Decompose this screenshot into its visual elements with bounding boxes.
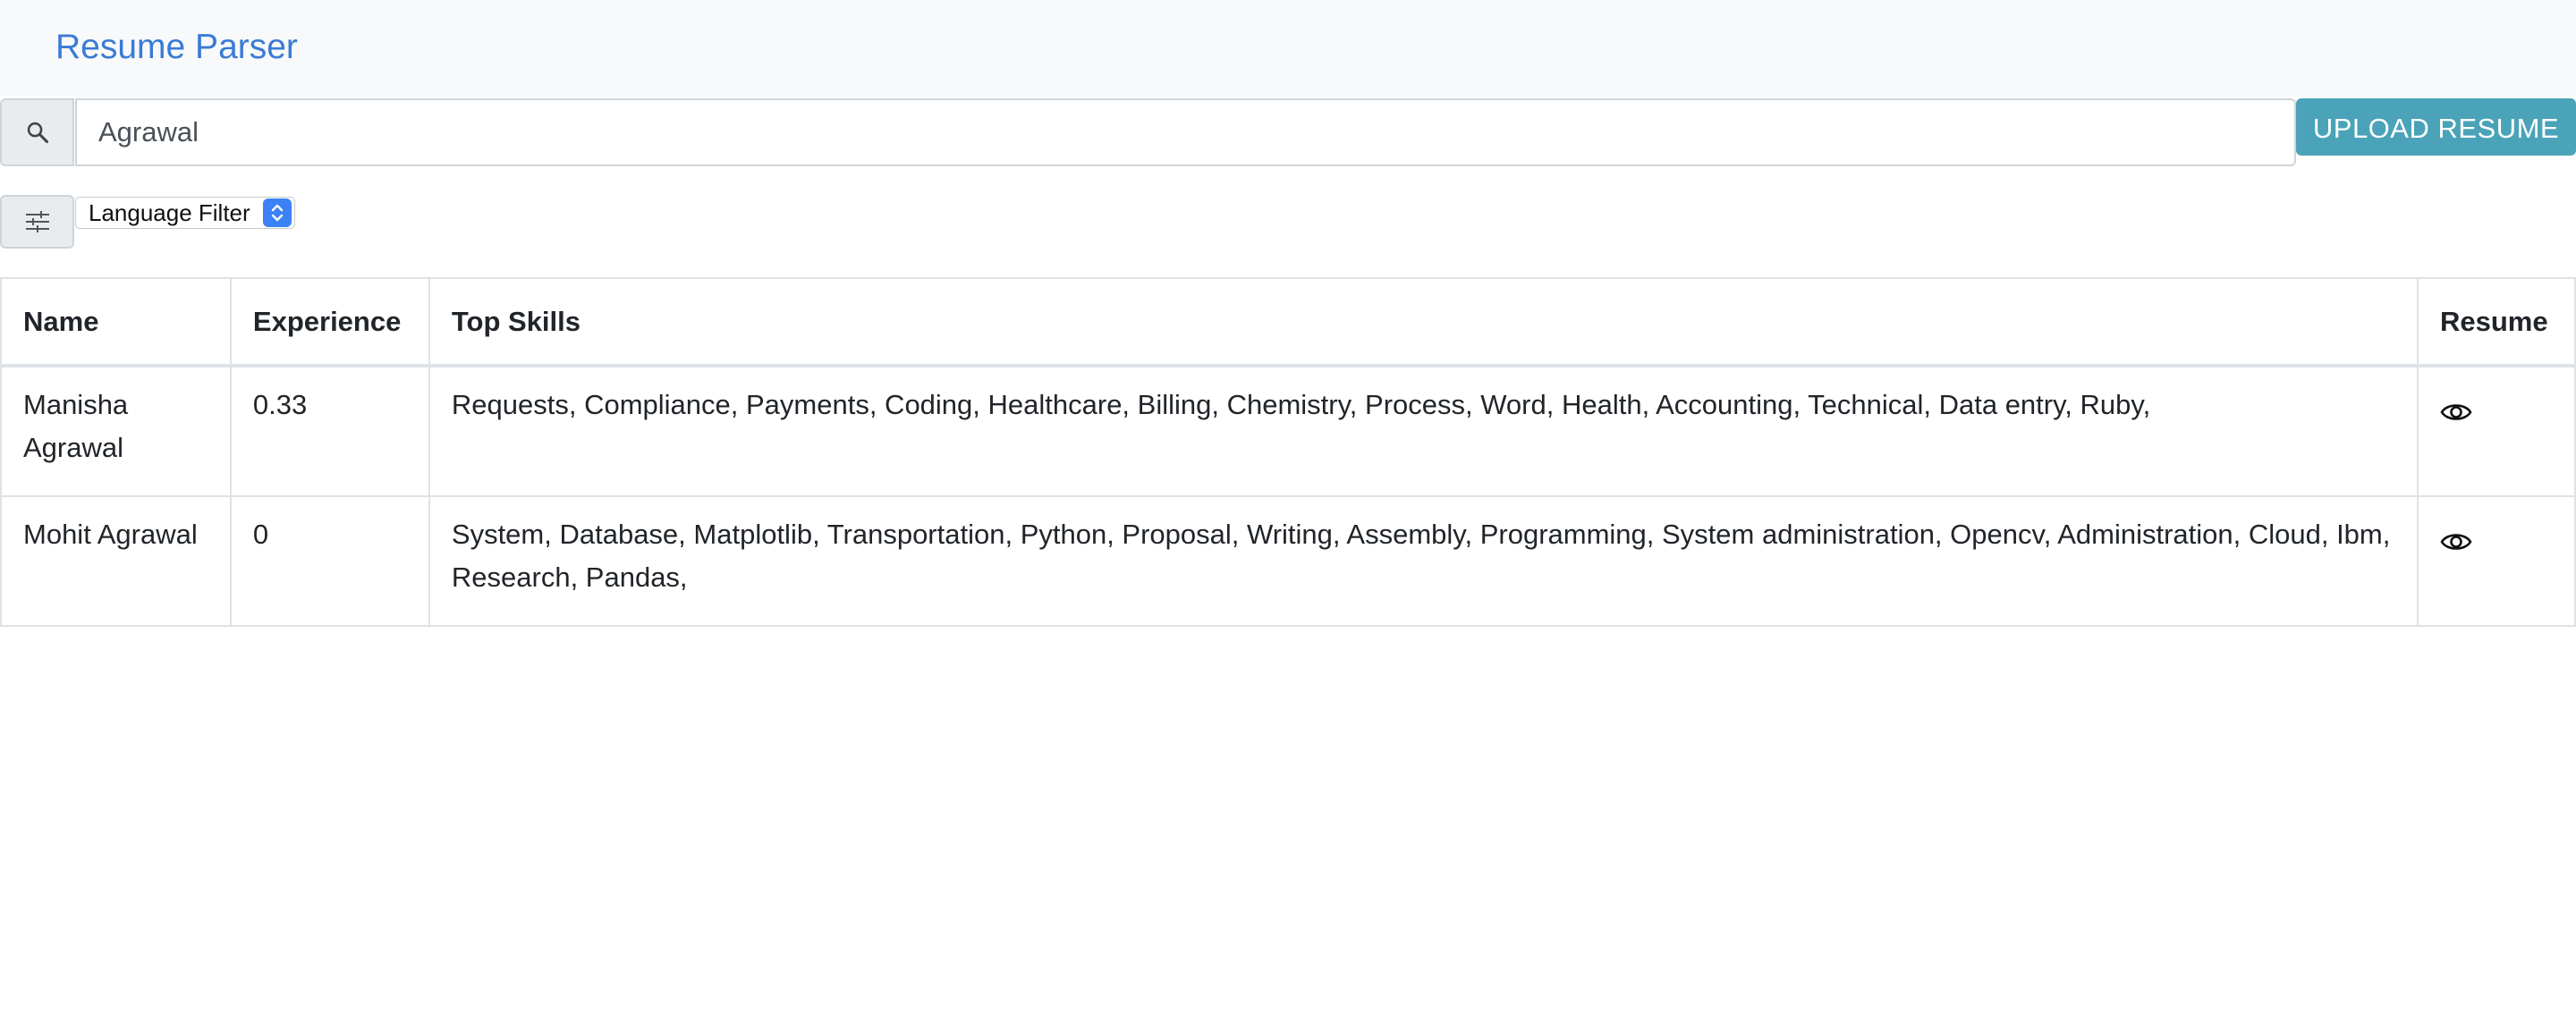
header-experience: Experience xyxy=(229,277,430,367)
language-filter-value: Language Filter xyxy=(89,198,250,226)
filter-toggle-button[interactable] xyxy=(0,195,74,249)
brand-link[interactable]: Resume Parser xyxy=(55,25,298,70)
header-resume: Resume xyxy=(2416,277,2576,367)
table-header-row: Name Experience Top Skills Resume xyxy=(0,277,2576,367)
cell-experience: 0.33 xyxy=(229,365,430,497)
eye-icon[interactable] xyxy=(2440,524,2472,567)
navbar: Resume Parser xyxy=(0,0,2576,97)
cell-resume xyxy=(2416,365,2576,497)
resume-table: Name Experience Top Skills Resume Manish… xyxy=(0,277,2576,627)
sliders-icon xyxy=(25,211,49,232)
eye-icon[interactable] xyxy=(2440,394,2472,437)
search-icon xyxy=(27,122,48,144)
search-input[interactable] xyxy=(75,98,2296,166)
cell-name: Mohit Agrawal xyxy=(0,495,232,627)
table-row: Manisha Agrawal 0.33 Requests, Complianc… xyxy=(0,365,2576,497)
cell-skills: System, Database, Matplotlib, Transporta… xyxy=(428,495,2419,627)
table-row: Mohit Agrawal 0 System, Database, Matplo… xyxy=(0,495,2576,627)
language-filter-select[interactable]: Language Filter xyxy=(75,197,295,229)
search-button[interactable] xyxy=(0,98,74,166)
header-top-skills: Top Skills xyxy=(428,277,2419,367)
select-arrows-icon xyxy=(263,198,292,227)
cell-name: Manisha Agrawal xyxy=(0,365,232,497)
cell-experience: 0 xyxy=(229,495,430,627)
header-name: Name xyxy=(0,277,232,367)
cell-resume xyxy=(2416,495,2576,627)
upload-resume-button[interactable]: UPLOAD RESUME xyxy=(2296,98,2576,156)
cell-skills: Requests, Compliance, Payments, Coding, … xyxy=(428,365,2419,497)
